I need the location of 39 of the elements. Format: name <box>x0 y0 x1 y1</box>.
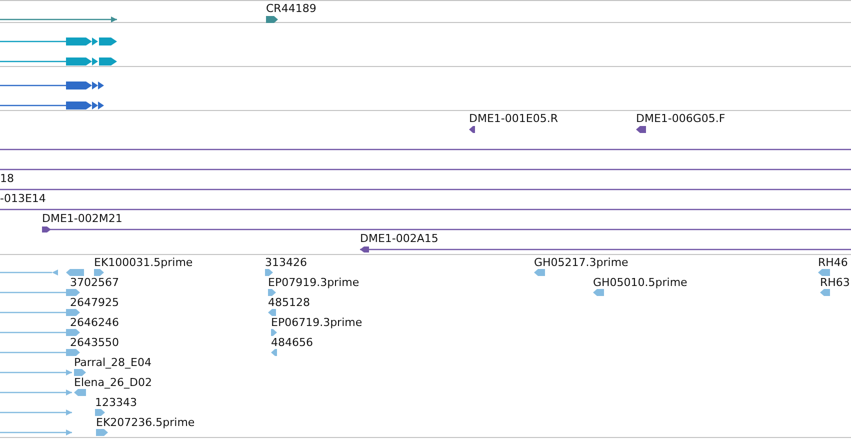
feature-label: 485128 <box>268 296 310 310</box>
feature-line[interactable] <box>0 146 851 153</box>
feature-label: GH05217.3prime <box>534 256 628 270</box>
feature-label: EP07919.3prime <box>268 276 360 290</box>
feature-label: DME1-002A15 <box>360 232 438 246</box>
feature-line[interactable] <box>0 166 851 173</box>
transcript-drawing[interactable] <box>0 57 117 66</box>
feature-line[interactable] <box>0 16 117 23</box>
transcript-drawing[interactable] <box>0 101 105 110</box>
feature-label: 2646246 <box>70 316 119 330</box>
feature-label: DME1-006G05.F <box>636 112 726 126</box>
feature-label: EP06719.3prime <box>271 316 362 330</box>
feature-label: Parral_28_E04 <box>74 356 152 370</box>
feature-label: DME1-001E05.R <box>469 112 558 126</box>
feature-label: 3702567 <box>70 276 119 290</box>
transcript-drawing[interactable] <box>0 37 117 46</box>
feature-label: 18 <box>0 172 14 186</box>
feature-label: 313426 <box>265 256 307 270</box>
feature-label: 484656 <box>271 336 313 350</box>
feature-label: 123343 <box>95 396 137 410</box>
feature-line[interactable] <box>360 246 851 253</box>
feature-line[interactable] <box>42 226 851 233</box>
transcript-drawing[interactable] <box>0 81 105 90</box>
feature-label: RH46 <box>818 256 848 270</box>
feature-label: DME1-002M21 <box>42 212 122 226</box>
feature-label: CR44189 <box>266 2 316 16</box>
feature-line[interactable] <box>0 206 851 213</box>
feature-label: GH05010.5prime <box>593 276 688 290</box>
feature-label: 2643550 <box>70 336 119 350</box>
feature-block[interactable] <box>266 16 278 23</box>
feature-label: RH63 <box>820 276 850 290</box>
feature-label: Elena_26_D02 <box>74 376 152 390</box>
feature-label: 2647925 <box>70 296 119 310</box>
feature-label: -013E14 <box>0 192 46 206</box>
feature-block[interactable] <box>469 126 475 133</box>
feature-line[interactable] <box>0 186 851 193</box>
feature-label: EK207236.5prime <box>96 416 195 430</box>
feature-label: EK100031.5prime <box>94 256 193 270</box>
feature-block[interactable] <box>636 126 646 133</box>
